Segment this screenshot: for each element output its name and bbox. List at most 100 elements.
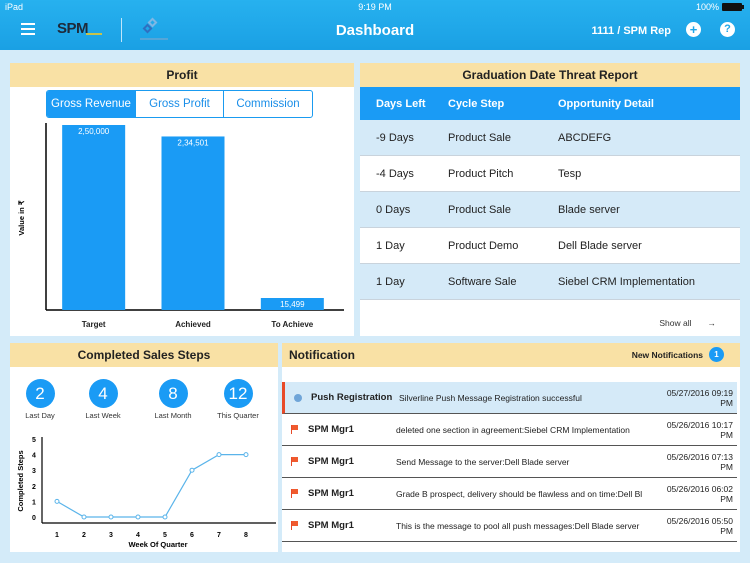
summary-value: 12 bbox=[223, 379, 253, 408]
x-tick-label: 5 bbox=[163, 532, 167, 539]
y-axis-label: Completed Steps bbox=[16, 450, 25, 511]
summary-label: Last Week bbox=[85, 411, 121, 420]
summary-label: Last Day bbox=[25, 411, 55, 420]
x-tick-label: 3 bbox=[109, 532, 113, 539]
column-cycle-step: Cycle Step bbox=[448, 97, 505, 110]
notification-message: deleted one section in agreement:Siebel … bbox=[396, 424, 630, 435]
cycle-step-cell: Product Pitch bbox=[448, 167, 514, 180]
y-tick-label: 1 bbox=[32, 499, 36, 506]
data-point bbox=[189, 467, 195, 473]
sales-steps-panel: Completed Sales Steps 2 Last Day 4 Last … bbox=[10, 343, 278, 552]
bar-target bbox=[62, 125, 126, 310]
x-tick-label: Achieved bbox=[175, 320, 211, 329]
sales-steps-line-chart: Completed Steps 0 1 2 3 4 5 1 2 3 4 5 6 7 8 Week Of Qua… bbox=[16, 437, 276, 549]
battery-percent: 100% bbox=[695, 2, 719, 12]
notification-date: 05/26/2016 07:13 PM bbox=[666, 451, 733, 472]
tab-gross-profit[interactable]: Gross Profit bbox=[135, 91, 223, 117]
notification-item[interactable]: SPM Mgr1 Grade B prospect, delivery shoul… bbox=[282, 478, 737, 510]
notification-icon bbox=[285, 393, 311, 402]
data-point bbox=[54, 498, 60, 504]
days-left-cell: 1 Day bbox=[376, 239, 405, 252]
summary-last-week: 4 Last Week bbox=[73, 379, 133, 420]
notification-icon bbox=[282, 489, 308, 498]
summary-last-day: 2 Last Day bbox=[10, 379, 70, 420]
notification-message: Send Message to the server:Dell Blade se… bbox=[396, 456, 570, 467]
tab-commission[interactable]: Commission bbox=[223, 91, 312, 117]
notification-panel: Notification New Notifications 1 Push Re… bbox=[282, 343, 740, 552]
new-notifications-label: New Notifications bbox=[631, 349, 703, 360]
column-days-left: Days Left bbox=[376, 97, 426, 110]
notification-icon bbox=[282, 425, 308, 434]
cycle-step-cell: Software Sale bbox=[448, 275, 517, 288]
notification-item[interactable]: Push Registration Silverline Push Message… bbox=[282, 382, 737, 414]
bar-value-label: 2,50,000 bbox=[78, 127, 110, 136]
sales-steps-title: Completed Sales Steps bbox=[10, 343, 278, 367]
notification-item[interactable]: SPM Mgr1 This is the message to pool all … bbox=[282, 510, 737, 542]
help-icon[interactable]: ? bbox=[720, 22, 735, 37]
flag-icon bbox=[291, 425, 299, 434]
add-icon[interactable]: + bbox=[686, 22, 701, 37]
notification-item[interactable]: SPM Mgr1 deleted one section in agreement… bbox=[282, 414, 737, 446]
summary-label: Last Month bbox=[154, 411, 192, 420]
threat-table-row[interactable]: -9 Days Product Sale ABCDEFG bbox=[360, 120, 740, 156]
summary-value: 4 bbox=[88, 379, 118, 408]
series-line bbox=[56, 454, 246, 518]
summary-last-month: 8 Last Month bbox=[143, 379, 203, 420]
x-tick-label: 2 bbox=[82, 532, 86, 539]
profit-bar-chart: Value in ₹ 2,50,000 Target 2,34,501 Achieved… bbox=[17, 123, 344, 329]
opportunity-detail-cell: Tesp bbox=[558, 167, 582, 180]
data-point bbox=[81, 514, 87, 520]
threat-table-row[interactable]: 1 Day Product Demo Dell Blade server bbox=[360, 228, 740, 264]
summary-value: 2 bbox=[25, 379, 55, 408]
profit-segmented-control: Gross Revenue Gross Profit Commission bbox=[46, 90, 313, 118]
y-tick-label: 2 bbox=[32, 484, 36, 491]
y-tick-label: 4 bbox=[32, 453, 36, 460]
x-tick-label: 6 bbox=[190, 532, 194, 539]
x-tick-label: To Achieve bbox=[271, 320, 313, 329]
data-point bbox=[216, 452, 222, 458]
y-axis-label: Value in ₹ bbox=[17, 200, 26, 235]
opportunity-detail-cell: Blade server bbox=[558, 203, 620, 216]
notification-message: Grade B prospect, delivery should be fla… bbox=[396, 488, 643, 499]
threat-table-row[interactable]: -4 Days Product Pitch Tesp bbox=[360, 156, 740, 192]
x-tick-label: 1 bbox=[55, 532, 59, 539]
arrow-right-icon: → bbox=[707, 318, 717, 328]
threat-table-row[interactable]: 1 Day Software Sale Siebel CRM Implementat… bbox=[360, 264, 740, 300]
opportunity-detail-cell: Dell Blade server bbox=[558, 239, 642, 252]
y-tick-label: 0 bbox=[32, 515, 36, 522]
days-left-cell: -4 Days bbox=[376, 167, 414, 180]
days-left-cell: 0 Days bbox=[376, 203, 411, 216]
show-all-label: Show all bbox=[659, 318, 692, 328]
bar-achieved bbox=[161, 136, 225, 310]
threat-table-row[interactable]: 0 Days Product Sale Blade server bbox=[360, 192, 740, 228]
cycle-step-cell: Product Demo bbox=[448, 239, 519, 252]
y-tick-label: 3 bbox=[32, 468, 36, 475]
data-point bbox=[243, 452, 249, 458]
new-notifications-button[interactable]: New Notifications 1 bbox=[632, 347, 724, 362]
notification-item[interactable]: SPM Mgr1 Send Message to the server:Dell … bbox=[282, 446, 737, 478]
data-point bbox=[162, 514, 168, 520]
x-axis-label: Week Of Quarter bbox=[128, 540, 187, 549]
days-left-cell: 1 Day bbox=[376, 275, 405, 288]
notification-message: Silverline Push Message Registration suc… bbox=[399, 392, 582, 403]
battery-icon bbox=[722, 3, 744, 11]
data-point bbox=[135, 514, 141, 520]
info-icon bbox=[294, 393, 302, 402]
notification-title: SPM Mgr1 bbox=[308, 520, 354, 531]
profit-panel: Profit Gross Revenue Gross Profit Commis… bbox=[10, 63, 354, 336]
notification-date: 05/26/2016 05:50 PM bbox=[666, 515, 733, 536]
show-all-link[interactable]: Show all → bbox=[659, 318, 716, 328]
profit-panel-title: Profit bbox=[10, 63, 354, 87]
y-tick-label: 5 bbox=[32, 437, 36, 444]
threat-report-panel: Graduation Date Threat Report Days Left … bbox=[360, 63, 740, 336]
threat-report-title: Graduation Date Threat Report bbox=[360, 63, 740, 87]
x-tick-label: 8 bbox=[244, 532, 248, 539]
x-tick-label: Target bbox=[82, 320, 106, 329]
notification-title: SPM Mgr1 bbox=[308, 488, 354, 499]
x-tick-label: 7 bbox=[217, 532, 221, 539]
user-role-label[interactable]: 1111 / SPM Rep bbox=[592, 25, 672, 37]
days-left-cell: -9 Days bbox=[376, 131, 414, 144]
notification-message: This is the message to pool all push mes… bbox=[396, 520, 640, 531]
tab-gross-revenue[interactable]: Gross Revenue bbox=[47, 91, 135, 117]
cycle-step-cell: Product Sale bbox=[448, 203, 511, 216]
